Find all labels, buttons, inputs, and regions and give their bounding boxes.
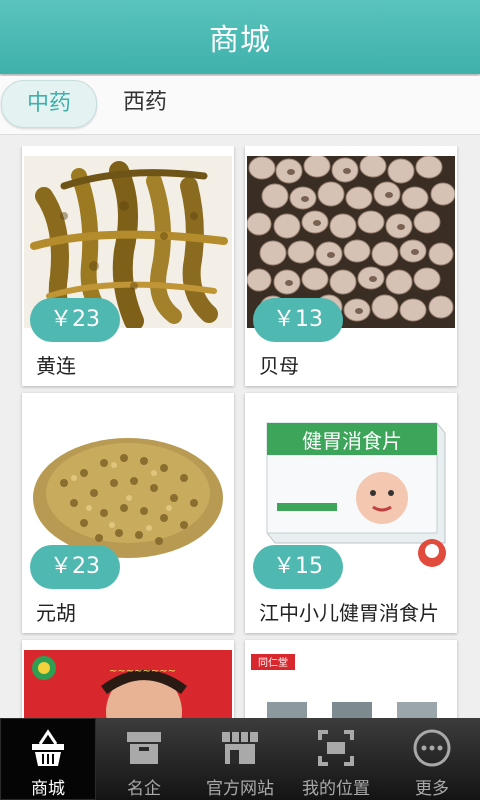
basket-icon <box>32 729 64 766</box>
price-badge: ￥23 <box>30 545 120 589</box>
nav-label: 我的位置 <box>302 779 370 799</box>
nav-label: 更多 <box>415 779 449 799</box>
nav-more[interactable]: 更多 <box>384 718 480 800</box>
product-name: 江中小儿健胃消食片 <box>259 601 439 625</box>
nav-label: 商城 <box>31 779 65 799</box>
scan-icon <box>318 730 354 766</box>
bottom-navigation: 商城 名企 官方网站 我的位置 更多 <box>0 718 480 800</box>
category-tabs: 中药 西药 <box>0 76 480 135</box>
box-icon <box>127 732 161 764</box>
product-card[interactable]: ￥13 贝母 <box>245 146 457 386</box>
product-grid: ￥23 黄连 ￥13 贝母 ￥23 元胡 健胃消食片 ￥15 江中小儿健胃消食片… <box>0 146 480 718</box>
nav-companies[interactable]: 名企 <box>96 718 192 800</box>
nav-my-location[interactable]: 我的位置 <box>288 718 384 800</box>
product-card[interactable]: ￥23 黄连 <box>22 146 234 386</box>
product-name: 黄连 <box>36 354 76 378</box>
storefront-icon <box>222 732 258 764</box>
tab-western-medicine[interactable]: 西药 <box>110 80 180 126</box>
nav-label: 官方网站 <box>206 779 274 799</box>
product-name: 元胡 <box>36 601 76 625</box>
product-card[interactable]: 同仁堂 <box>245 640 457 718</box>
nav-label: 名企 <box>127 779 161 799</box>
price-badge: ￥23 <box>30 298 120 342</box>
app-header: 商城 <box>0 0 480 74</box>
product-card[interactable]: ￥23 元胡 <box>22 393 234 633</box>
price-badge: ￥13 <box>253 298 343 342</box>
product-name: 贝母 <box>259 354 299 378</box>
product-card[interactable]: 健胃消食片 ￥15 江中小儿健胃消食片 <box>245 393 457 633</box>
product-card[interactable]: ~~~~~~~~ <box>22 640 234 718</box>
product-image: ~~~~~~~~ <box>24 650 232 718</box>
page-title: 商城 <box>209 23 271 58</box>
box-title: 健胃消食片 <box>302 429 402 453</box>
svg-text:~~~~~~~~: ~~~~~~~~ <box>109 666 176 677</box>
more-icon <box>413 729 451 767</box>
product-image: 同仁堂 <box>247 650 455 718</box>
price-badge: ￥15 <box>253 545 343 589</box>
nav-official-site[interactable]: 官方网站 <box>192 718 288 800</box>
nav-mall[interactable]: 商城 <box>0 718 96 800</box>
tab-chinese-medicine[interactable]: 中药 <box>1 80 97 128</box>
brand-label: 同仁堂 <box>258 657 288 669</box>
